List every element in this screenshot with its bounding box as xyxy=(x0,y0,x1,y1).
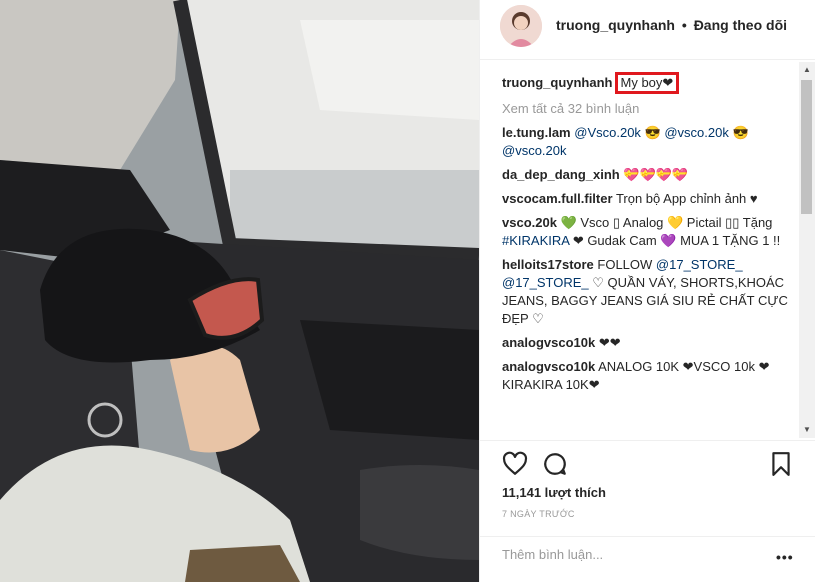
comment-item: vsco.20k 💚 Vsco ▯ Analog 💛 Pictail ▯▯ Tặ… xyxy=(502,214,797,250)
comment-mention-link[interactable]: @vsco.20k xyxy=(502,143,567,158)
comment-username[interactable]: da_dep_dang_xinh xyxy=(502,167,620,182)
comment-item: vscocam.full.filter Trọn bộ App chỉnh ản… xyxy=(502,190,797,208)
comment-text: 😎 xyxy=(640,125,665,140)
avatar-image xyxy=(500,5,542,47)
view-all-comments-link[interactable]: Xem tất cả 32 bình luận xyxy=(502,100,797,118)
comment-username[interactable]: analogvsco10k xyxy=(502,359,595,374)
comment-text: 💝💝💝💝 xyxy=(623,167,689,182)
caption-text: My boy❤ xyxy=(614,72,680,94)
comment-item: da_dep_dang_xinh 💝💝💝💝 xyxy=(502,166,797,184)
header-separator: • xyxy=(681,17,687,33)
comments-scrollbar[interactable]: ▲ ▼ xyxy=(799,62,815,438)
comment-mention-link[interactable]: @vsco.20k xyxy=(664,125,729,140)
avatar[interactable] xyxy=(500,5,542,47)
comment-username[interactable]: vscocam.full.filter xyxy=(502,191,613,206)
comment-text: Trọn bộ App chỉnh ảnh ♥ xyxy=(615,191,758,206)
header-text: truong_quynhanh • Đang theo dõi xyxy=(556,17,787,33)
comment-input[interactable] xyxy=(502,547,752,562)
comment-mention-link[interactable]: #KIRAKIRA xyxy=(502,233,569,248)
follow-status-button[interactable]: Đang theo dõi xyxy=(694,17,787,33)
post-timestamp: 7 NGÀY TRƯỚC xyxy=(502,509,575,519)
comment-username[interactable]: vsco.20k xyxy=(502,215,557,230)
bookmark-icon[interactable] xyxy=(768,451,794,477)
comment-icon[interactable] xyxy=(542,451,568,477)
scroll-up-arrow-icon[interactable]: ▲ xyxy=(799,62,815,78)
like-count[interactable]: 11,141 lượt thích xyxy=(502,485,606,500)
post-header: truong_quynhanh • Đang theo dõi xyxy=(480,0,815,60)
heart-icon[interactable] xyxy=(502,451,528,477)
comment-text: 💚 Vsco ▯ Analog 💛 Pictail ▯▯ Tặng xyxy=(560,215,773,230)
comment-text: ❤❤ xyxy=(598,335,621,350)
comment-mention-link[interactable]: @Vsco.20k xyxy=(574,125,641,140)
comment-mention-link[interactable]: @17_STORE_ xyxy=(656,257,743,272)
comment-username[interactable]: le.tung.lam xyxy=(502,125,571,140)
comment-text: 😎 xyxy=(728,125,749,140)
more-options-icon[interactable]: ••• xyxy=(776,549,794,565)
post-actions: 11,141 lượt thích 7 NGÀY TRƯỚC ••• xyxy=(480,440,815,582)
comment-item: analogvsco10k ❤❤ xyxy=(502,334,797,352)
comment-item: analogvsco10k ANALOG 10K ❤VSCO 10k ❤KIRA… xyxy=(502,358,797,394)
comment-item: le.tung.lam @Vsco.20k 😎 @vsco.20k 😎 @vsc… xyxy=(502,124,797,160)
scroll-down-arrow-icon[interactable]: ▼ xyxy=(799,422,815,438)
caption: truong_quynhanh My boy❤ xyxy=(502,72,797,94)
photo-boy-in-car xyxy=(0,0,479,582)
header-username[interactable]: truong_quynhanh xyxy=(556,17,675,33)
comment-text: FOLLOW xyxy=(597,257,656,272)
comment-text: ❤ Gudak Cam 💜 MUA 1 TẶNG 1 !! xyxy=(569,233,781,248)
post-details-panel: truong_quynhanh • Đang theo dõi truong_q… xyxy=(479,0,815,582)
add-comment-bar: ••• xyxy=(480,536,815,582)
comment-username[interactable]: helloits17store xyxy=(502,257,594,272)
scroll-thumb[interactable] xyxy=(801,80,812,214)
comment-username[interactable]: analogvsco10k xyxy=(502,335,595,350)
comment-item: helloits17store FOLLOW @17_STORE_ @17_ST… xyxy=(502,256,797,328)
comment-mention-link[interactable]: @17_STORE_ xyxy=(502,275,589,290)
post-photo[interactable] xyxy=(0,0,479,582)
comments-list: truong_quynhanh My boy❤ Xem tất cả 32 bìn… xyxy=(502,72,797,436)
caption-username[interactable]: truong_quynhanh xyxy=(502,75,613,90)
